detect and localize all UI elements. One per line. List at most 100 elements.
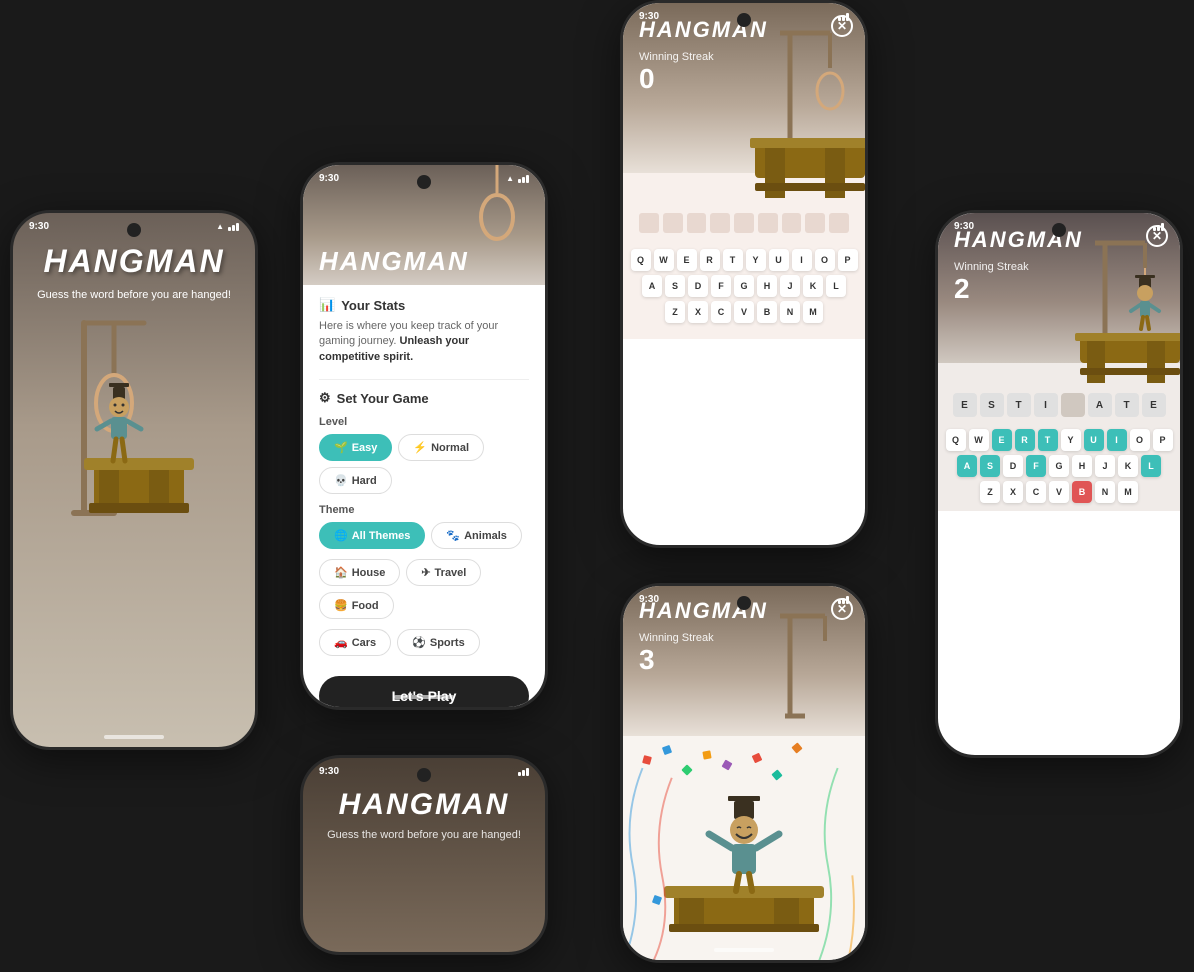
key-Y[interactable]: Y: [746, 249, 766, 271]
key-W[interactable]: W: [969, 429, 989, 451]
key-H[interactable]: H: [757, 275, 777, 297]
scaffold-platform: [750, 133, 865, 203]
key-A[interactable]: A: [642, 275, 662, 297]
key-U[interactable]: U: [1084, 429, 1104, 451]
key-I[interactable]: I: [1107, 429, 1127, 451]
normal-label: Normal: [431, 442, 469, 454]
key-M[interactable]: M: [1118, 481, 1138, 503]
globe-icon: 🌐: [334, 529, 348, 542]
key-F[interactable]: F: [1026, 455, 1046, 477]
key-P[interactable]: P: [838, 249, 858, 271]
key-B[interactable]: B: [1072, 481, 1092, 503]
key-P[interactable]: P: [1153, 429, 1173, 451]
signal-bar-1: [518, 179, 521, 183]
status-bar: 9:30: [623, 594, 865, 605]
key-T[interactable]: T: [723, 249, 743, 271]
animals-label: Animals: [464, 530, 507, 542]
close-button[interactable]: ✕: [831, 598, 853, 620]
keyboard: Q W E R T Y U I O P A S D F G H: [950, 429, 1168, 503]
time: 9:30: [639, 11, 659, 22]
key-V[interactable]: V: [1049, 481, 1069, 503]
key-R[interactable]: R: [700, 249, 720, 271]
app-title: HANGMAN: [43, 243, 224, 280]
character-figure: [89, 383, 149, 478]
key-W[interactable]: W: [654, 249, 674, 271]
key-T[interactable]: T: [1038, 429, 1058, 451]
key-D[interactable]: D: [688, 275, 708, 297]
normal-icon: ⚡: [413, 441, 427, 454]
key-X[interactable]: X: [688, 301, 708, 323]
key-K[interactable]: K: [803, 275, 823, 297]
key-S[interactable]: S: [980, 455, 1000, 477]
key-row-2: A S D F G H J K L: [957, 455, 1161, 477]
level-normal-button[interactable]: ⚡ Normal: [398, 434, 484, 461]
key-Q[interactable]: Q: [631, 249, 651, 271]
key-G[interactable]: G: [1049, 455, 1069, 477]
key-X[interactable]: X: [1003, 481, 1023, 503]
key-Z[interactable]: Z: [980, 481, 1000, 503]
blank-9: [829, 213, 849, 233]
status-bar: 9:30: [938, 221, 1180, 232]
theme-animals-button[interactable]: 🐾 Animals: [431, 522, 522, 549]
key-N[interactable]: N: [780, 301, 800, 323]
signal-bar-3: [526, 175, 529, 183]
key-K[interactable]: K: [1118, 455, 1138, 477]
theme-travel-button[interactable]: ✈ Travel: [406, 559, 481, 586]
home-bar: [1029, 743, 1089, 747]
key-R[interactable]: R: [1015, 429, 1035, 451]
level-hard-button[interactable]: 💀 Hard: [319, 467, 392, 494]
status-bar: 9:30 ▲: [13, 221, 255, 232]
key-G[interactable]: G: [734, 275, 754, 297]
phone-header: 9:30 ▲ HANGMAN: [303, 165, 545, 285]
lets-play-button[interactable]: Let's Play: [319, 676, 529, 707]
home-bar: [714, 948, 774, 952]
app-title: HANGMAN: [319, 246, 469, 277]
theme-all-button[interactable]: 🌐 All Themes: [319, 522, 425, 549]
set-game-header: ⚙ Set Your Game: [319, 390, 529, 406]
sports-label: Sports: [430, 637, 465, 649]
confetti-4: [702, 750, 711, 759]
key-E[interactable]: E: [677, 249, 697, 271]
level-easy-button[interactable]: 🌱 Easy: [319, 434, 392, 461]
key-S[interactable]: S: [665, 275, 685, 297]
key-E[interactable]: E: [992, 429, 1012, 451]
key-F[interactable]: F: [711, 275, 731, 297]
key-L[interactable]: L: [826, 275, 846, 297]
close-button[interactable]: ✕: [831, 15, 853, 37]
blank-8: [805, 213, 825, 233]
key-B[interactable]: B: [757, 301, 777, 323]
key-Q[interactable]: Q: [946, 429, 966, 451]
theme-sports-button[interactable]: ⚽ Sports: [397, 629, 480, 656]
key-A[interactable]: A: [957, 455, 977, 477]
blank-6: [758, 213, 778, 233]
celebration-character: [654, 776, 834, 946]
key-J[interactable]: J: [1095, 455, 1115, 477]
key-V[interactable]: V: [734, 301, 754, 323]
status-bar: 9:30: [623, 11, 865, 22]
key-O[interactable]: O: [815, 249, 835, 271]
splash-content: HANGMAN Guess the word before you are ha…: [13, 213, 255, 747]
time: 9:30: [319, 173, 339, 184]
key-Y[interactable]: Y: [1061, 429, 1081, 451]
phone-game-0: 9:30 ✕ HANGMAN Winning Streak 0: [620, 0, 868, 548]
key-H[interactable]: H: [1072, 455, 1092, 477]
theme-house-button[interactable]: 🏠 House: [319, 559, 400, 586]
key-O[interactable]: O: [1130, 429, 1150, 451]
food-label: Food: [352, 600, 379, 612]
key-Z[interactable]: Z: [665, 301, 685, 323]
set-game-title: Set Your Game: [337, 391, 429, 406]
close-button[interactable]: ✕: [1146, 225, 1168, 247]
key-D[interactable]: D: [1003, 455, 1023, 477]
key-L[interactable]: L: [1141, 455, 1161, 477]
key-N[interactable]: N: [1095, 481, 1115, 503]
key-J[interactable]: J: [780, 275, 800, 297]
signal-bar-2: [522, 177, 525, 183]
key-C[interactable]: C: [1026, 481, 1046, 503]
phone-celebration: 9:30 ✕ HANGMAN Winning Streak 3: [620, 583, 868, 963]
key-M[interactable]: M: [803, 301, 823, 323]
theme-cars-button[interactable]: 🚗 Cars: [319, 629, 391, 656]
theme-food-button[interactable]: 🍔 Food: [319, 592, 394, 619]
key-C[interactable]: C: [711, 301, 731, 323]
key-U[interactable]: U: [769, 249, 789, 271]
key-I[interactable]: I: [792, 249, 812, 271]
